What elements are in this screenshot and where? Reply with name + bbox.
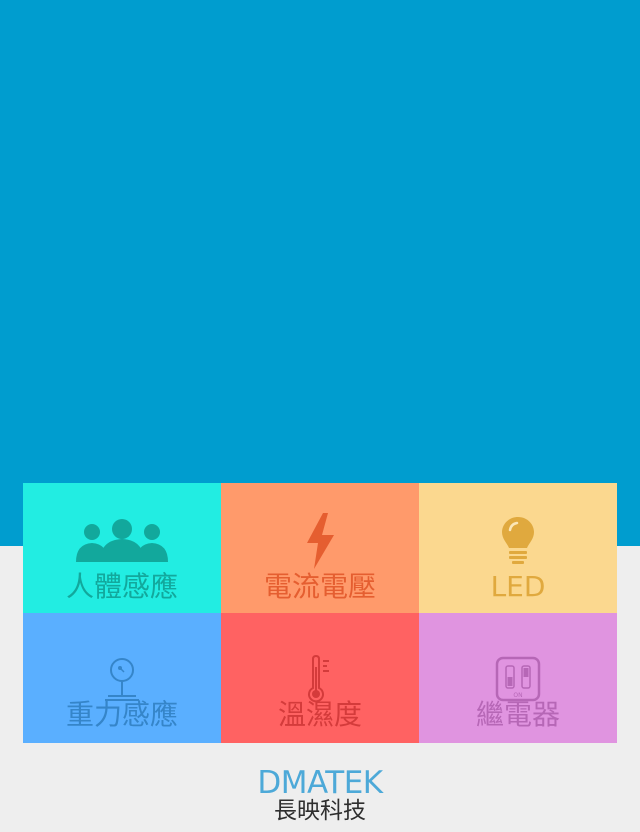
- sensor-menu-grid: 人體感應 電流電壓 LED 重力感應 溫濕度 ON 繼電器: [23, 483, 617, 743]
- tile-motion-sensor[interactable]: 人體感應: [23, 483, 221, 613]
- people-group-icon: [23, 511, 221, 571]
- light-bulb-icon: [419, 511, 617, 571]
- tile-label: 重力感應: [65, 698, 178, 731]
- brand-name-en: DMATEK: [257, 765, 383, 801]
- tile-gravity-sensor[interactable]: 重力感應: [23, 613, 221, 743]
- brand-name-zh: 長映科技: [274, 798, 366, 824]
- tile-label: 繼電器: [475, 698, 560, 731]
- tile-label: 溫濕度: [277, 698, 362, 731]
- tile-temperature-humidity[interactable]: 溫濕度: [221, 613, 419, 743]
- lightning-bolt-icon: [221, 511, 419, 571]
- tile-label: LED: [490, 570, 546, 603]
- tile-relay[interactable]: ON 繼電器: [419, 613, 617, 743]
- brand-footer: DMATEK 長映科技: [0, 766, 640, 825]
- tile-current-voltage[interactable]: 電流電壓: [221, 483, 419, 613]
- tile-label: 人體感應: [65, 570, 178, 603]
- tile-label: 電流電壓: [263, 570, 376, 603]
- header-banner: [0, 0, 640, 546]
- tile-led[interactable]: LED: [419, 483, 617, 613]
